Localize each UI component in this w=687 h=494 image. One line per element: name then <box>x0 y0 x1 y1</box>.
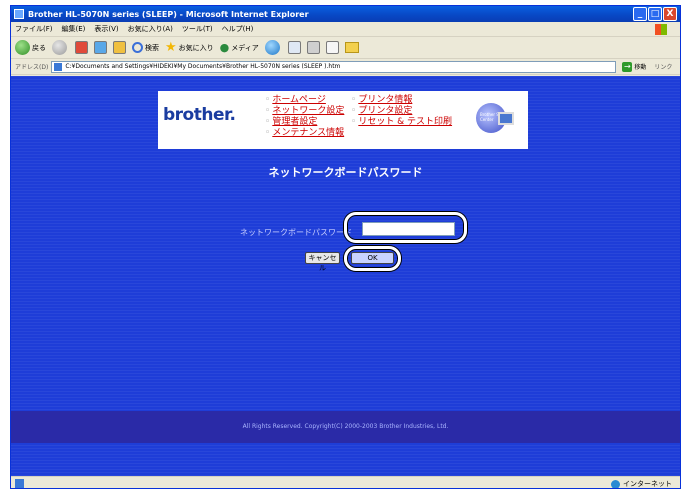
windows-logo-icon <box>655 24 667 35</box>
nav-admin-settings-link[interactable]: 管理者設定 <box>272 117 317 127</box>
nav-printer-info-link[interactable]: プリンタ情報 <box>358 95 412 105</box>
back-label: 戻る <box>32 43 46 52</box>
folder-button[interactable] <box>344 42 359 53</box>
menu-tools[interactable]: ツール(T) <box>182 24 213 34</box>
page-header: brother. ◦ ホームページ ◦ ネットワーク設定 ◦ 管理者設定 ◦ メンテナン… <box>158 91 528 149</box>
refresh-icon <box>94 41 107 54</box>
history-button[interactable] <box>264 40 282 55</box>
stop-button[interactable] <box>75 41 88 54</box>
go-label: 移動 <box>634 64 647 71</box>
menu-edit[interactable]: 編集(E) <box>62 24 86 34</box>
security-zone: インターネット <box>611 479 672 488</box>
search-label: 検索 <box>145 43 159 52</box>
nav-maintenance-link[interactable]: メンテナンス情報 <box>272 128 344 138</box>
nav-network-settings-link[interactable]: ネットワーク設定 <box>272 106 344 116</box>
nav-printer-settings-link[interactable]: プリンタ設定 <box>358 106 412 116</box>
title-bar: Brother HL-5070N series (SLEEP) - Micros… <box>11 6 680 22</box>
back-button[interactable]: 戻る <box>15 40 46 55</box>
media-icon: ● <box>219 41 230 54</box>
close-button[interactable]: X <box>663 7 677 21</box>
ie-icon <box>14 9 24 19</box>
maximize-button[interactable]: □ <box>648 7 662 21</box>
edit-button[interactable] <box>325 41 339 54</box>
brother-logo: brother. <box>163 105 236 125</box>
edit-icon <box>325 41 339 54</box>
footer-bar: All Rights Reserved. Copyright(C) 2000-2… <box>11 411 680 443</box>
address-field[interactable]: C:¥Documents and Settings¥HIDEKI¥My Docu… <box>51 60 617 73</box>
address-url: C:¥Documents and Settings¥HIDEKI¥My Docu… <box>65 63 341 70</box>
home-icon <box>113 41 126 54</box>
solutions-center-badge[interactable]: Brother Solutions Center <box>476 103 516 133</box>
menu-view[interactable]: 表示(V) <box>94 24 118 34</box>
minimize-button[interactable]: _ <box>633 7 647 21</box>
media-label: メディア <box>231 43 259 52</box>
forward-arrow-icon <box>52 40 67 55</box>
address-label: アドレス(D) <box>15 64 49 71</box>
page-content: brother. ◦ ホームページ ◦ ネットワーク設定 ◦ 管理者設定 ◦ メンテナン… <box>11 76 680 476</box>
folder-icon <box>344 42 359 53</box>
go-button[interactable]: → 移動 <box>622 61 647 72</box>
links-label[interactable]: リンク <box>654 62 672 71</box>
nav-column-1: ◦ ホームページ ◦ ネットワーク設定 ◦ 管理者設定 ◦ メンテナンス情報 <box>265 95 345 138</box>
refresh-button[interactable] <box>94 41 107 54</box>
highlight-ring-password <box>344 212 467 243</box>
window-title: Brother HL-5070N series (SLEEP) - Micros… <box>28 9 309 19</box>
menu-help[interactable]: ヘルプ(H) <box>222 24 254 34</box>
media-button[interactable]: ● メディア <box>220 41 259 54</box>
forward-button[interactable] <box>52 40 69 55</box>
page-icon <box>54 62 63 71</box>
internet-zone-icon <box>611 479 620 488</box>
go-arrow-icon: → <box>622 61 633 72</box>
star-icon: ★ <box>165 40 177 55</box>
toolbar: 戻る 検索 ★ お気に入り ● メディア <box>11 37 680 59</box>
nav-home-link[interactable]: ホームページ <box>272 95 326 105</box>
address-bar: アドレス(D) C:¥Documents and Settings¥HIDEKI… <box>11 59 680 75</box>
browser-window: Brother HL-5070N series (SLEEP) - Micros… <box>10 5 681 489</box>
print-button[interactable] <box>306 41 320 54</box>
menu-bar: ファイル(F) 編集(E) 表示(V) お気に入り(A) ツール(T) ヘルプ(… <box>11 22 680 37</box>
favorites-button[interactable]: ★ お気に入り <box>165 40 214 55</box>
zone-label: インターネット <box>623 480 672 488</box>
status-bar: インターネット <box>11 476 680 488</box>
mail-button[interactable] <box>287 41 301 54</box>
nav-column-2: ◦ プリンタ情報 ◦ プリンタ設定 ◦ リセット & テスト印刷 <box>351 95 453 127</box>
password-label: ネットワークボードパスワード <box>240 228 352 237</box>
nav-reset-test-print-link[interactable]: リセット & テスト印刷 <box>358 117 452 127</box>
mail-icon <box>287 41 301 54</box>
cancel-button[interactable]: キャンセル <box>305 252 340 272</box>
monitor-icon <box>498 112 514 125</box>
copyright-text: All Rights Reserved. Copyright(C) 2000-2… <box>242 423 449 430</box>
search-button[interactable]: 検索 <box>132 42 159 53</box>
menu-file[interactable]: ファイル(F) <box>15 24 53 34</box>
back-arrow-icon <box>15 40 30 55</box>
home-button[interactable] <box>113 41 126 54</box>
search-icon <box>132 42 143 53</box>
page-title: ネットワークボードパスワード <box>268 166 423 179</box>
print-icon <box>306 41 320 54</box>
highlight-ring-ok <box>344 246 401 271</box>
favorites-label: お気に入り <box>178 43 214 52</box>
menu-favorites[interactable]: お気に入り(A) <box>128 24 173 34</box>
history-icon <box>264 40 280 55</box>
stop-icon <box>75 41 88 54</box>
page-status-icon <box>15 479 24 488</box>
